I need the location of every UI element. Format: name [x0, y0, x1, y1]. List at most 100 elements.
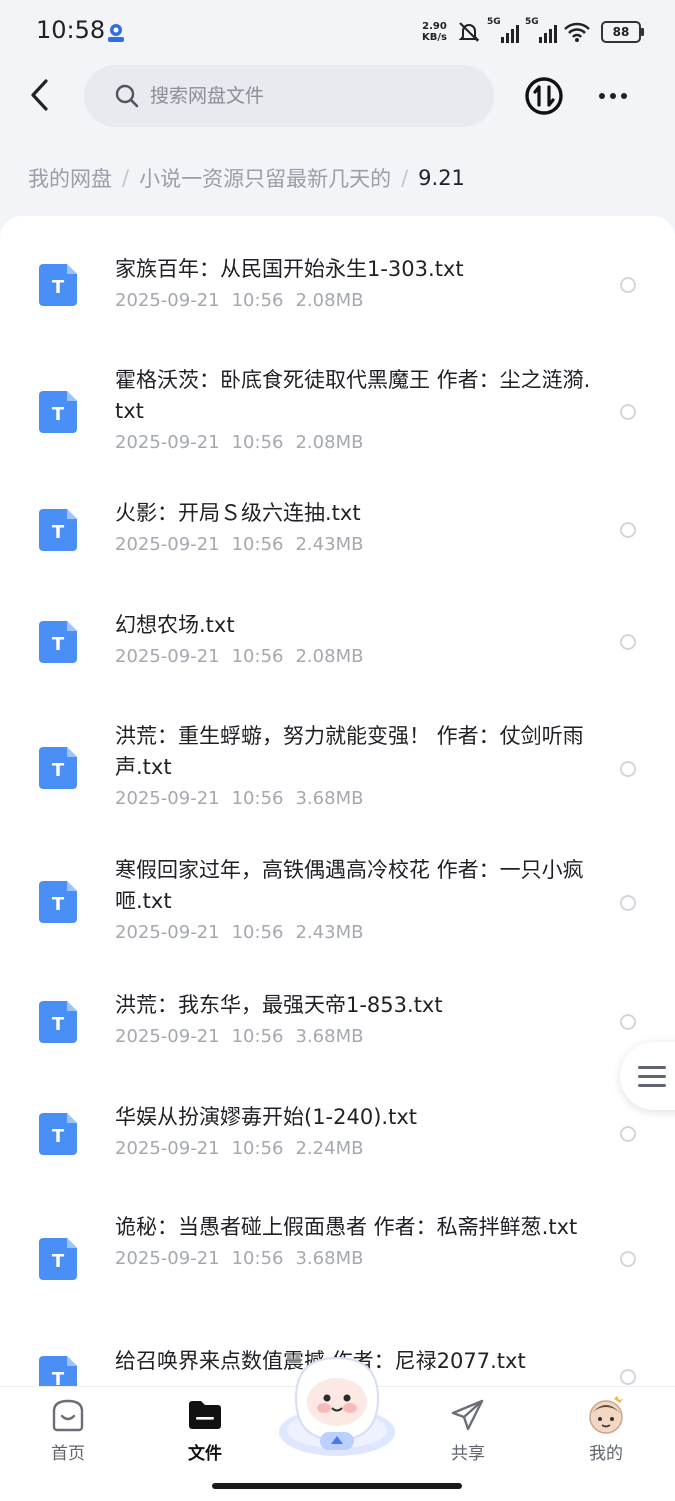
select-checkbox[interactable]	[620, 895, 636, 911]
file-name: 洪荒：我东华，最强天帝1-853.txt	[115, 993, 443, 1017]
select-checkbox[interactable]	[620, 1126, 636, 1142]
file-size: 2.08MB	[295, 432, 364, 453]
file-row[interactable]: T 寒假回家过年，高铁偶遇高冷校花 作者：一只小疯咂.txt 2025-09-2…	[0, 846, 675, 980]
file-meta: 2025-09-21 10:56 3.68MB	[115, 1025, 595, 1049]
txt-file-icon: T	[39, 1238, 77, 1280]
file-time: 10:56	[231, 290, 284, 311]
nav-home[interactable]: 首页	[23, 1395, 113, 1465]
nav-files[interactable]: 文件	[160, 1395, 250, 1465]
file-type-letter: T	[52, 1126, 65, 1147]
file-date: 2025-09-21	[115, 1026, 220, 1047]
file-size: 2.08MB	[295, 646, 364, 667]
breadcrumb-folder[interactable]: 小说一资源只留最新几天的	[139, 163, 391, 193]
txt-file-icon: T	[39, 1113, 77, 1155]
home-indicator	[212, 1483, 462, 1489]
file-type-letter: T	[52, 277, 65, 298]
file-type-letter: T	[52, 1369, 65, 1386]
txt-file-icon: T	[39, 1001, 77, 1043]
file-size: 3.68MB	[295, 1026, 364, 1047]
file-meta: 2025-09-21 10:56 2.24MB	[115, 1137, 595, 1161]
search-input[interactable]	[150, 85, 470, 107]
file-type-letter: T	[52, 1251, 65, 1272]
signal-label: 5G	[487, 17, 501, 27]
file-type-letter: T	[52, 894, 65, 915]
file-meta: 2025-09-21 10:56 3.68MB	[115, 787, 595, 811]
file-date: 2025-09-21	[115, 534, 220, 555]
file-date: 2025-09-21	[115, 1138, 220, 1159]
breadcrumb-separator: /	[122, 166, 130, 190]
file-row[interactable]: T 诡秘：当愚者碰上假面愚者 作者：私斋拌鲜葱.txt 2025-09-21 1…	[0, 1204, 675, 1338]
file-size: 2.43MB	[295, 922, 364, 943]
file-time: 10:56	[231, 1026, 284, 1047]
file-size: 3.68MB	[295, 1248, 364, 1269]
file-time: 10:56	[231, 788, 284, 809]
file-meta: 2025-09-21 10:56 2.08MB	[115, 289, 595, 313]
file-meta: 2025-09-21 10:56 3.68MB	[115, 1247, 595, 1271]
select-checkbox[interactable]	[620, 1014, 636, 1030]
file-size: 2.24MB	[295, 1138, 364, 1159]
nav-share[interactable]: 共享	[423, 1395, 513, 1465]
select-checkbox[interactable]	[620, 522, 636, 538]
file-name: 寒假回家过年，高铁偶遇高冷校花 作者：一只小疯咂.txt	[115, 858, 584, 913]
nav-home-label: 首页	[51, 1444, 85, 1464]
back-button[interactable]	[20, 75, 60, 115]
file-row[interactable]: T 华娱从扮演嫪毐开始(1-240).txt 2025-09-21 10:56 …	[0, 1092, 675, 1204]
wifi-icon	[564, 22, 590, 42]
file-meta: 2025-09-21 10:56 2.08MB	[115, 645, 595, 669]
breadcrumb-current: 9.21	[418, 166, 465, 190]
file-row[interactable]: T 洪荒：重生蜉蝣，努力就能变强！ 作者：仗剑听雨声.txt 2025-09-2…	[0, 712, 675, 846]
transfer-list-icon[interactable]	[523, 75, 565, 117]
breadcrumb-root[interactable]: 我的网盘	[28, 163, 112, 193]
file-time: 10:56	[231, 922, 284, 943]
txt-file-icon: T	[39, 509, 77, 551]
chevron-left-icon	[31, 79, 48, 111]
select-checkbox[interactable]	[620, 1251, 636, 1267]
file-name: 霍格沃茨：卧底食死徒取代黑魔王 作者：尘之涟漪.txt	[115, 368, 591, 423]
file-row[interactable]: T 家族百年：从民国开始永生1-303.txt 2025-09-21 10:56…	[0, 238, 675, 356]
file-name: 幻想农场.txt	[115, 613, 235, 637]
file-name: 洪荒：重生蜉蝣，努力就能变强！ 作者：仗剑听雨声.txt	[115, 724, 584, 779]
signal-icon-2: 5G	[525, 17, 557, 43]
select-checkbox[interactable]	[620, 1369, 636, 1385]
net-speed: 2.90 KB/s	[422, 21, 447, 43]
file-type-letter: T	[52, 1014, 65, 1035]
baidu-netdisk-notification-icon	[108, 24, 124, 42]
nav-mine[interactable]: 我的	[561, 1395, 651, 1465]
file-list: T 家族百年：从民国开始永生1-303.txt 2025-09-21 10:56…	[0, 216, 675, 1386]
select-checkbox[interactable]	[620, 404, 636, 420]
status-bar: 10:58 2.90 KB/s 5G 5G 88	[0, 0, 675, 62]
file-time: 10:56	[231, 1138, 284, 1159]
search-box[interactable]	[84, 65, 494, 127]
file-row[interactable]: T 霍格沃茨：卧底食死徒取代黑魔王 作者：尘之涟漪.txt 2025-09-21…	[0, 356, 675, 488]
net-speed-unit: KB/s	[422, 32, 447, 43]
more-dot	[599, 93, 605, 99]
select-checkbox[interactable]	[620, 277, 636, 293]
file-type-letter: T	[52, 404, 65, 425]
folder-icon	[189, 1401, 221, 1429]
battery-icon: 88	[601, 21, 644, 43]
file-row[interactable]: T 火影：开局Ｓ级六连抽.txt 2025-09-21 10:56 2.43MB	[0, 488, 675, 600]
nav-share-label: 共享	[451, 1444, 485, 1464]
home-icon	[52, 1399, 84, 1432]
paper-plane-icon	[451, 1399, 484, 1431]
mute-icon	[458, 22, 480, 42]
more-options-button[interactable]	[590, 75, 636, 117]
file-date: 2025-09-21	[115, 922, 220, 943]
file-type-letter: T	[52, 760, 65, 781]
select-checkbox[interactable]	[620, 634, 636, 650]
select-checkbox[interactable]	[620, 761, 636, 777]
net-speed-value: 2.90	[422, 21, 447, 32]
file-type-letter: T	[52, 634, 65, 655]
avatar-icon	[589, 1396, 623, 1434]
file-name: 华娱从扮演嫪毐开始(1-240).txt	[115, 1105, 417, 1129]
file-meta: 2025-09-21 10:56 2.43MB	[115, 533, 595, 557]
file-date: 2025-09-21	[115, 788, 220, 809]
file-size: 2.43MB	[295, 534, 364, 555]
status-indicators: 2.90 KB/s 5G 5G 88	[422, 17, 644, 46]
signal-icon: 5G	[487, 17, 519, 43]
file-row[interactable]: T 幻想农场.txt 2025-09-21 10:56 2.08MB	[0, 600, 675, 712]
status-time: 10:58	[36, 16, 106, 44]
ai-assistant-mascot[interactable]	[276, 1350, 398, 1460]
file-row[interactable]: T 洪荒：我东华，最强天帝1-853.txt 2025-09-21 10:56 …	[0, 980, 675, 1092]
txt-file-icon: T	[39, 881, 77, 923]
